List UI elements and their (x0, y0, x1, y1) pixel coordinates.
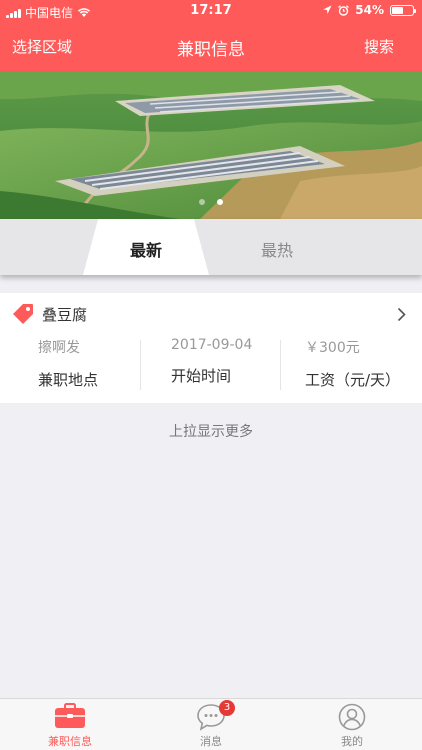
start-date-column: 2017-09-04 开始时间 (171, 337, 311, 386)
sort-tabs: 最新 最热 (0, 219, 422, 275)
tabbar-label-messages: 消息 (200, 735, 222, 748)
price-tag-icon (13, 304, 33, 324)
location-label: 兼职地点 (38, 371, 99, 389)
alarm-icon (338, 4, 350, 16)
wage-column: ￥300元 工资（元/天） (305, 337, 422, 390)
banner-carousel[interactable] (0, 71, 422, 219)
nav-bar: 选择区域 兼职信息 搜索 (0, 30, 422, 62)
briefcase-icon (55, 703, 85, 728)
wage-value: ￥300元 (305, 340, 360, 356)
battery-percent: 54% (355, 3, 384, 17)
person-icon (338, 703, 366, 731)
wage-label: 工资（元/天） (305, 371, 401, 389)
location-column: 擦啊发 兼职地点 (38, 337, 178, 390)
chevron-right-icon[interactable] (397, 307, 406, 322)
search-button[interactable]: 搜索 (364, 36, 394, 57)
status-bar: 中国电信 17:17 54% (0, 0, 422, 22)
divider (280, 340, 281, 390)
start-date-label: 开始时间 (171, 367, 232, 385)
carousel-dots[interactable] (0, 199, 422, 205)
location-value: 擦啊发 (38, 340, 80, 356)
top-bar: 中国电信 17:17 54% 选择区域 兼职信息 搜索 (0, 0, 422, 71)
load-more-hint: 上拉显示更多 (169, 424, 253, 440)
job-card[interactable]: 叠豆腐 擦啊发 兼职地点 2017-09-04 开始时间 ￥300元 工资（元/… (0, 293, 422, 403)
tabbar-item-profile[interactable]: 我的 (282, 699, 422, 750)
start-date-value: 2017-09-04 (171, 337, 253, 353)
page-title: 兼职信息 (177, 40, 245, 60)
battery-icon (390, 4, 416, 16)
tabbar-label-jobs: 兼职信息 (48, 735, 92, 748)
divider (140, 340, 141, 390)
job-title: 叠豆腐 (42, 306, 88, 324)
tab-hottest[interactable]: 最热 (215, 237, 339, 261)
tabbar-item-messages[interactable]: 3 消息 (141, 699, 281, 750)
carousel-dot-2[interactable] (217, 199, 223, 205)
location-arrow-icon (323, 5, 332, 14)
bottom-tab-bar: 兼职信息 3 消息 我的 (0, 698, 422, 750)
tabbar-label-profile: 我的 (341, 735, 363, 748)
tab-latest[interactable]: 最新 (83, 237, 209, 261)
tabbar-item-jobs[interactable]: 兼职信息 (0, 699, 140, 750)
carousel-dot-1[interactable] (199, 199, 205, 205)
unread-badge: 3 (219, 700, 235, 716)
banner-image (0, 71, 422, 219)
